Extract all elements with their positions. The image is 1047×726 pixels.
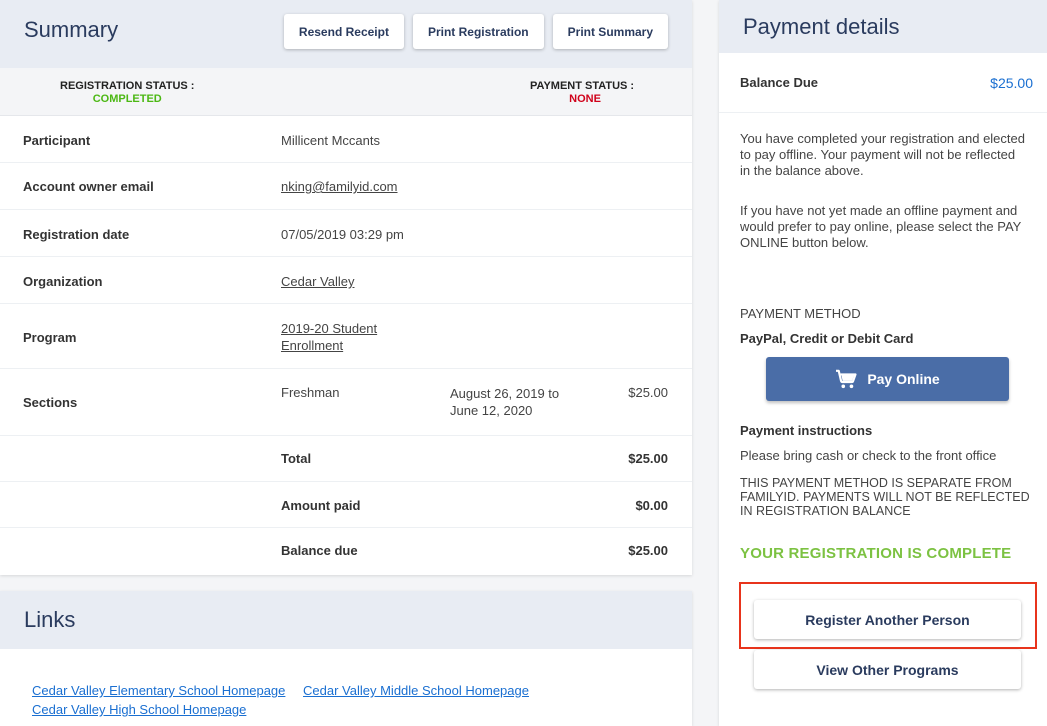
total-row: Total $25.00 — [0, 436, 692, 482]
program-row: Program 2019-20 Student Enrollment — [0, 304, 692, 369]
program-link-line1: 2019-20 Student — [281, 321, 378, 336]
summary-title: Summary — [24, 17, 119, 42]
registration-status-label: REGISTRATION STATUS : — [60, 80, 195, 92]
participant-label: Participant — [23, 133, 91, 148]
links-card: Links Cedar Valley Elementary School Hom… — [0, 591, 692, 726]
status-row: REGISTRATION STATUS : COMPLETED PAYMENT … — [0, 68, 692, 116]
pay-online-message: If you have not yet made an offline paym… — [740, 203, 1022, 250]
payment-title: Payment details — [743, 13, 900, 39]
balance-due-label: Balance due — [281, 543, 358, 558]
print-summary-button[interactable]: Print Summary — [552, 14, 668, 49]
balance-due-row: Balance due $25.00 — [0, 528, 692, 575]
payment-instructions-text: Please bring cash or check to the front … — [740, 448, 997, 463]
balance-due-summary-amount: $25.00 — [990, 75, 1033, 91]
section-name: Freshman — [281, 385, 340, 400]
organization-link[interactable]: Cedar Valley — [281, 274, 354, 289]
section-dates: August 26, 2019 to June 12, 2020 — [450, 385, 559, 419]
links-header: Links — [0, 591, 692, 649]
registration-date-value: 07/05/2019 03:29 pm — [281, 227, 404, 242]
pay-online-button[interactable]: Pay Online — [766, 357, 1009, 401]
high-homepage-link[interactable]: Cedar Valley High School Homepage — [32, 702, 246, 717]
pay-online-label: Pay Online — [867, 371, 940, 387]
email-label: Account owner email — [23, 179, 154, 194]
links-list: Cedar Valley Elementary School Homepage … — [0, 649, 692, 719]
registration-status: REGISTRATION STATUS : COMPLETED — [60, 80, 194, 106]
section-dates-line1: August 26, 2019 to — [450, 386, 560, 401]
summary-actions: Resend Receipt Print Registration Print … — [283, 14, 668, 49]
registration-date-row: Registration date 07/05/2019 03:29 pm — [0, 210, 692, 257]
payment-status: PAYMENT STATUS : NONE — [530, 80, 634, 106]
offline-message: You have completed your registration and… — [740, 131, 1025, 178]
participant-row: Participant Millicent Mccants — [0, 116, 692, 163]
amount-paid-value: $0.00 — [635, 498, 668, 513]
program-label: Program — [23, 330, 77, 345]
registration-date-label: Registration date — [23, 227, 130, 242]
registration-status-value: COMPLETED — [92, 93, 162, 105]
balance-due-amount: $25.00 — [628, 543, 668, 558]
participant-value: Millicent Mccants — [281, 133, 380, 148]
balance-due-summary: Balance Due $25.00 — [719, 53, 1047, 113]
total-amount: $25.00 — [628, 451, 668, 466]
total-label: Total — [281, 451, 312, 466]
middle-homepage-link[interactable]: Cedar Valley Middle School Homepage — [303, 683, 529, 698]
summary-header: Summary Resend Receipt Print Registratio… — [0, 0, 692, 68]
organization-label: Organization — [23, 274, 103, 289]
balance-due-summary-label: Balance Due — [740, 75, 819, 90]
payment-status-value: NONE — [569, 93, 601, 105]
organization-row: Organization Cedar Valley — [0, 257, 692, 304]
sections-label: Sections — [23, 395, 78, 410]
registration-complete-message: YOUR REGISTRATION IS COMPLETE — [740, 545, 1012, 562]
sections-row: Sections Freshman August 26, 2019 to Jun… — [0, 369, 692, 436]
cart-icon — [836, 369, 857, 389]
payment-header: Payment details — [719, 0, 1047, 53]
program-link[interactable]: 2019-20 Student Enrollment — [281, 320, 377, 354]
email-row: Account owner email nking@familyid.com — [0, 163, 692, 210]
resend-receipt-button[interactable]: Resend Receipt — [283, 14, 404, 49]
payment-method-value: PayPal, Credit or Debit Card — [740, 331, 914, 346]
payment-instructions-heading: Payment instructions — [740, 423, 873, 438]
email-link[interactable]: nking@familyid.com — [281, 179, 398, 194]
payment-method-heading: PAYMENT METHOD — [740, 306, 861, 321]
register-another-person-button[interactable]: Register Another Person — [754, 600, 1021, 639]
separate-payment-notice: THIS PAYMENT METHOD IS SEPARATE FROM FAM… — [740, 476, 1030, 518]
section-dates-line2: June 12, 2020 — [450, 403, 533, 418]
program-link-line2: Enrollment — [281, 338, 344, 353]
links-title: Links — [24, 607, 76, 632]
payment-details-card: Payment details Balance Due $25.00 You h… — [719, 0, 1047, 726]
print-registration-button[interactable]: Print Registration — [412, 14, 544, 49]
amount-paid-row: Amount paid $0.00 — [0, 482, 692, 528]
section-amount: $25.00 — [628, 385, 668, 400]
payment-status-label: PAYMENT STATUS : — [530, 80, 635, 92]
elementary-homepage-link[interactable]: Cedar Valley Elementary School Homepage — [32, 683, 285, 698]
view-other-programs-button[interactable]: View Other Programs — [754, 650, 1021, 689]
summary-card: Summary Resend Receipt Print Registratio… — [0, 0, 692, 575]
amount-paid-label: Amount paid — [281, 498, 361, 513]
